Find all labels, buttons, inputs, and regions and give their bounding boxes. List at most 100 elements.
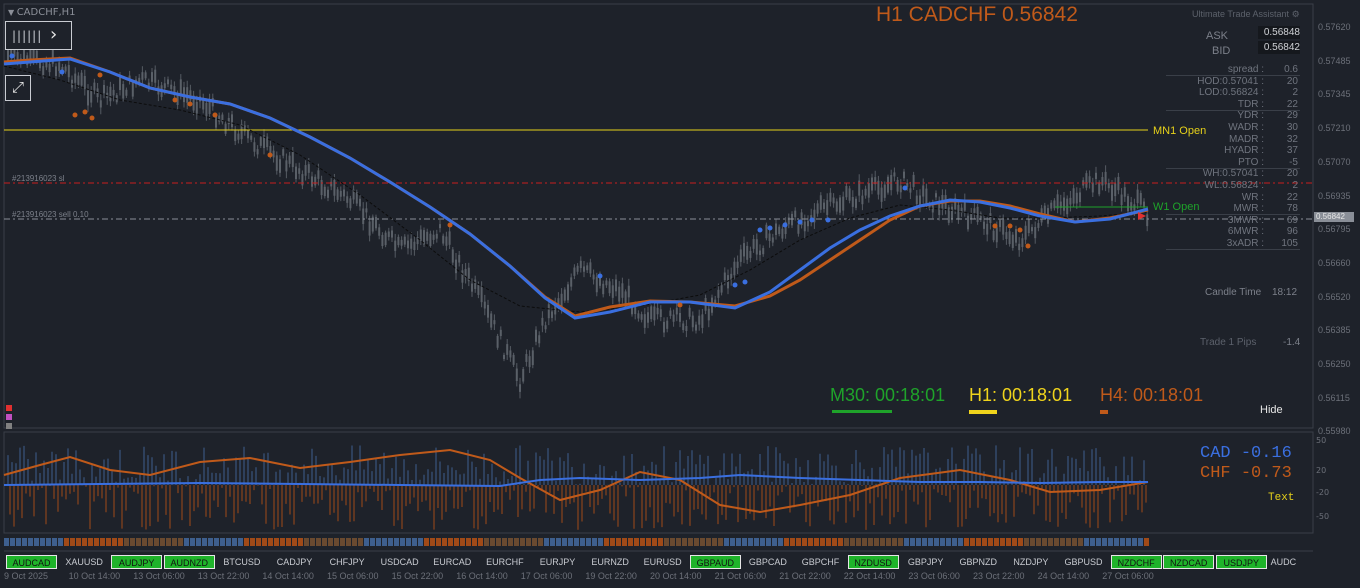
stat-row: MWR : 78: [1166, 203, 1300, 216]
ask-label: ASK: [1206, 30, 1229, 42]
order-sell-label: #213916023 sell 0.10: [12, 210, 89, 219]
symbol-tab[interactable]: AUDCAD: [6, 555, 57, 569]
time-tick: 14 Oct 14:00: [262, 571, 314, 581]
oscillator-bars: [7, 445, 1147, 530]
m30-timer: M30: 00:18:01: [830, 385, 946, 405]
stat-row: MADR : 32: [1166, 134, 1300, 145]
price-tick: 0.55980: [1318, 426, 1351, 437]
symbol-tab[interactable]: NZDUSD: [847, 555, 899, 569]
symbol-tab[interactable]: AUDC: [1268, 555, 1298, 569]
symbol-tab[interactable]: GBPAUD: [689, 555, 741, 569]
time-tick: 27 Oct 06:00: [1102, 571, 1154, 581]
time-tick: 22 Oct 14:00: [843, 571, 896, 581]
symbol-tab[interactable]: AUDNZD: [163, 555, 215, 569]
time-tick: 10 Oct 14:00: [68, 571, 121, 581]
bid-value: 0.56842: [1258, 41, 1300, 54]
h4-progress: [1100, 410, 1108, 414]
stat-value: 37: [1286, 145, 1298, 157]
stat-value: 32: [1286, 133, 1298, 145]
stat-label: 6MWR :: [1227, 226, 1264, 238]
chart-big-title: H1 CADCHF 0.56842: [876, 3, 1078, 26]
h1-timer: H1: 00:18:01: [969, 385, 1073, 405]
stat-value: 0.6: [1284, 64, 1298, 75]
stat-row: LOD:0.56824 : 2: [1166, 87, 1300, 98]
stat-value: -5: [1289, 156, 1298, 168]
candle-time-label: Candle Time: [1205, 287, 1262, 298]
symbol-tab[interactable]: CHFJPY: [322, 555, 373, 569]
symbol-tab[interactable]: BTCUSD: [216, 555, 267, 569]
symbol-tab[interactable]: NZDJPY: [1005, 555, 1056, 569]
symbol-tab[interactable]: NZDCAD: [1163, 555, 1215, 569]
candles: [7, 37, 1149, 399]
stat-value: 78: [1286, 203, 1298, 215]
ask-value: 0.56848: [1258, 26, 1300, 39]
stat-value: 105: [1281, 238, 1298, 249]
symbol-tab[interactable]: GBPUSD: [1058, 555, 1109, 569]
symbol-tab[interactable]: EURUSD: [637, 555, 688, 569]
stat-row: WADR : 30: [1166, 122, 1300, 133]
hide-button[interactable]: Hide: [1260, 404, 1283, 416]
symbol-tab[interactable]: USDCAD: [374, 555, 425, 569]
panel-title: Ultimate Trade Assistant ⚙: [1192, 9, 1300, 19]
bars-icon[interactable]: ||||||: [12, 29, 42, 43]
stat-label: HOD:0.57041 :: [1197, 75, 1264, 87]
stat-value: 20: [1286, 75, 1298, 87]
stat-label: 3MWR :: [1227, 214, 1264, 226]
price-tick: 0.56660: [1318, 257, 1351, 268]
trade-pips-label: Trade 1 Pips: [1200, 337, 1257, 348]
stat-value: 22: [1286, 191, 1298, 203]
main-chart[interactable]: [0, 0, 1360, 588]
chf-strength-label: CHF -0.73: [1200, 464, 1292, 483]
nav-box: |||||| ›: [5, 21, 72, 50]
time-tick: 9 Oct 2025: [4, 571, 49, 581]
stat-label: LOD:0.56824 :: [1198, 87, 1264, 99]
expand-icon[interactable]: ⤢: [5, 75, 31, 101]
symbol-tab[interactable]: EURNZD: [585, 555, 636, 569]
stat-row: WH:0.57041 : 20: [1166, 168, 1300, 179]
time-tick: 13 Oct 06:00: [133, 571, 185, 581]
stat-row: 6MWR : 96: [1166, 226, 1300, 237]
osc-text-label: Text: [1268, 492, 1295, 504]
ma-orange-line: [3, 56, 1149, 318]
symbol-title: ▼ CADCHF,H1: [8, 7, 76, 18]
symbol-tab[interactable]: GBPJPY: [900, 555, 951, 569]
symbol-tab[interactable]: NZDCHF: [1110, 555, 1162, 569]
stat-row: 3xADR : 105: [1166, 238, 1300, 250]
stat-value: 29: [1286, 110, 1298, 122]
stat-value: 2: [1292, 180, 1298, 191]
marker-red: [6, 405, 12, 411]
time-tick: 23 Oct 06:00: [908, 571, 960, 581]
h1-progress: [969, 410, 997, 414]
symbol-tab[interactable]: XAUUSD: [59, 555, 110, 569]
stat-row: PTO : -5: [1166, 157, 1300, 169]
candle-time-value: 18:12: [1272, 287, 1298, 298]
symbol-tab[interactable]: EURCHF: [479, 555, 530, 569]
symbol-tab[interactable]: USDJPY: [1215, 555, 1267, 569]
m30-progress: [832, 410, 892, 413]
symbol-tab[interactable]: GBPCHF: [795, 555, 846, 569]
stat-label: WR :: [1241, 191, 1264, 203]
bid-label: BID: [1212, 45, 1231, 57]
price-tick: 0.56250: [1318, 359, 1351, 369]
symbol-tab[interactable]: EURCAD: [427, 555, 478, 569]
gear-icon[interactable]: ⚙: [1292, 9, 1300, 19]
marker-grey: [6, 423, 12, 429]
price-tick: 0.57345: [1318, 89, 1351, 100]
symbol-tab[interactable]: CADJPY: [269, 555, 320, 569]
symbol-tab[interactable]: GBPNZD: [953, 555, 1004, 569]
chevron-right-icon[interactable]: ›: [50, 24, 57, 45]
stat-row: HOD:0.57041 : 20: [1166, 76, 1300, 87]
price-tick: 0.57070: [1318, 156, 1351, 167]
price-tick: 0.57210: [1318, 123, 1351, 134]
symbol-tab[interactable]: GBPCAD: [742, 555, 793, 569]
time-tick: 19 Oct 22:00: [585, 571, 637, 581]
stat-row: TDR : 22: [1166, 99, 1300, 111]
stat-label: YDR :: [1237, 110, 1264, 122]
price-tick: 0.57485: [1318, 55, 1351, 66]
stat-value: 30: [1286, 122, 1298, 133]
stat-value: 20: [1286, 168, 1298, 180]
price-tick: 0.56795: [1318, 224, 1351, 235]
stat-label: TDR :: [1237, 98, 1264, 110]
symbol-tab[interactable]: EURJPY: [532, 555, 583, 569]
symbol-tab[interactable]: AUDJPY: [111, 555, 163, 569]
